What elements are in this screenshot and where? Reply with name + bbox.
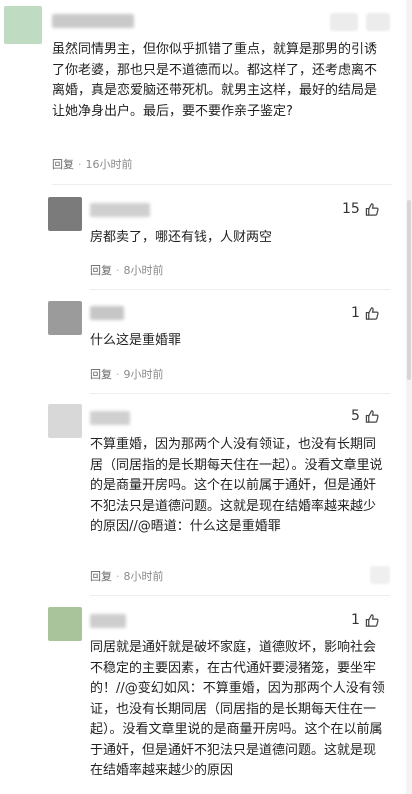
timestamp: 9小时前 xyxy=(123,368,164,381)
more-options-chip[interactable] xyxy=(370,566,390,584)
comment-text: 虽然同情男主，但你似乎抓错了重点，就算是那男的引诱了你老婆，那也只是不道德而以。… xyxy=(52,42,378,119)
timestamp: 16小时前 xyxy=(85,158,133,171)
username[interactable] xyxy=(90,203,150,217)
comment-meta: 回复 · 16小时前 xyxy=(52,158,133,171)
more-options-chip[interactable] xyxy=(366,13,390,31)
timestamp: 8小时前 xyxy=(123,570,164,583)
scrollbar-thumb[interactable] xyxy=(407,200,411,380)
thumbs-up-icon xyxy=(365,306,379,320)
like-count: 15 xyxy=(342,201,360,217)
reply-text: 什么这是重婚罪 xyxy=(90,333,182,348)
badge xyxy=(330,13,358,31)
like-count: 1 xyxy=(351,305,360,321)
like-button[interactable]: 15 xyxy=(342,201,380,217)
username[interactable] xyxy=(90,614,126,628)
avatar[interactable] xyxy=(48,301,82,335)
reply-text: 不算重婚，因为那两个人没有领证，也没有长期同居（同居指的是长期每天住在一起）。没… xyxy=(90,437,383,534)
timestamp: 8小时前 xyxy=(123,264,164,277)
like-button[interactable]: 1 xyxy=(351,305,380,321)
reply-meta: 回复 · 9小时前 xyxy=(90,368,164,381)
thumbs-up-icon xyxy=(365,202,379,216)
avatar[interactable] xyxy=(4,6,42,44)
like-button[interactable]: 5 xyxy=(351,408,380,424)
avatar[interactable] xyxy=(48,197,82,231)
thumbs-up-icon xyxy=(365,409,379,423)
reply-meta: 回复 · 8小时前 xyxy=(90,570,164,583)
username[interactable] xyxy=(90,306,124,320)
reply-meta: 回复 · 8小时前 xyxy=(90,264,164,277)
thumbs-up-icon xyxy=(365,613,379,627)
like-count: 5 xyxy=(351,408,360,424)
username[interactable] xyxy=(90,411,130,425)
divider xyxy=(90,595,390,596)
like-button[interactable]: 1 xyxy=(351,612,380,628)
scrollbar[interactable] xyxy=(406,0,412,794)
reply-button[interactable]: 回复 xyxy=(90,570,112,583)
comment-thread: 虽然同情男主，但你似乎抓错了重点，就算是那男的引诱了你老婆，那也只是不道德而以。… xyxy=(0,0,404,794)
like-count: 1 xyxy=(351,612,360,628)
reply-button[interactable]: 回复 xyxy=(52,158,74,171)
reply-button[interactable]: 回复 xyxy=(90,264,112,277)
reply-text: 同居就是通奸就是破坏家庭，道德败坏，影响社会不稳定的主要因素，在古代通奸要浸猪笼… xyxy=(90,640,385,778)
divider xyxy=(90,393,390,394)
reply-button[interactable]: 回复 xyxy=(90,368,112,381)
divider xyxy=(90,289,390,290)
reply-text: 房都卖了，哪还有钱，人财两空 xyxy=(90,230,273,245)
divider xyxy=(52,184,392,185)
avatar[interactable] xyxy=(48,404,82,438)
avatar[interactable] xyxy=(48,607,82,641)
username[interactable] xyxy=(52,14,134,28)
